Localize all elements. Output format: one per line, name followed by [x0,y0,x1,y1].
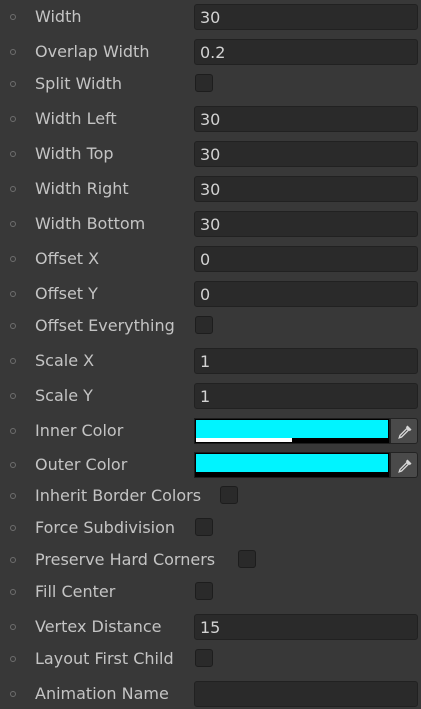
width-left-input[interactable] [194,106,418,132]
row-width: Width [0,4,421,30]
scale-y-label: Scale Y [35,386,93,405]
bullet-icon [10,14,16,20]
inner-color-picker-button[interactable] [390,418,418,444]
inner-color-fill [196,420,388,438]
row-width-left: Width Left [0,106,421,132]
bullet-icon [10,428,16,434]
width-right-input[interactable] [194,176,418,202]
width-left-label: Width Left [35,109,117,128]
bullet-icon [10,656,16,662]
animation-name-label: Animation Name [35,684,169,703]
animation-name-input[interactable] [194,681,418,707]
row-offset-y: Offset Y [0,281,421,307]
eyedropper-icon [398,425,412,439]
offset-everything-label: Offset Everything [35,316,175,335]
bullet-icon [10,358,16,364]
offset-everything-checkbox[interactable] [195,316,213,334]
row-offset-x: Offset X [0,246,421,272]
row-animation-name: Animation Name [0,681,421,707]
bullet-icon [10,186,16,192]
preserve-hard-corners-label: Preserve Hard Corners [35,550,216,569]
bullet-icon [10,393,16,399]
row-layout-first-child: Layout First Child [0,646,421,672]
force-subdivision-checkbox[interactable] [195,518,213,536]
offset-y-label: Offset Y [35,284,98,303]
row-scale-x: Scale X [0,348,421,374]
bullet-icon [10,589,16,595]
inherit-border-colors-checkbox[interactable] [220,486,238,504]
bullet-icon [10,81,16,87]
row-outer-color: Outer Color [0,452,421,478]
bullet-icon [10,691,16,697]
bullet-icon [10,525,16,531]
offset-x-input[interactable] [194,246,418,272]
row-width-bottom: Width Bottom [0,211,421,237]
scale-x-label: Scale X [35,351,95,370]
bullet-icon [10,256,16,262]
preserve-hard-corners-checkbox[interactable] [238,550,256,568]
inner-color-label: Inner Color [35,421,124,440]
inner-color-field [194,418,418,444]
fill-center-label: Fill Center [35,582,116,601]
row-offset-everything: Offset Everything [0,313,421,339]
vertex-distance-label: Vertex Distance [35,617,162,636]
bullet-icon [10,49,16,55]
row-force-subdivision: Force Subdivision [0,515,421,541]
outer-color-fill [196,454,388,472]
row-overlap-width: Overlap Width [0,39,421,65]
offset-x-label: Offset X [35,249,100,268]
layout-first-child-checkbox[interactable] [195,649,213,667]
width-top-input[interactable] [194,141,418,167]
fill-center-checkbox[interactable] [195,582,213,600]
row-vertex-distance: Vertex Distance [0,614,421,640]
width-bottom-input[interactable] [194,211,418,237]
scale-y-input[interactable] [194,383,418,409]
width-bottom-label: Width Bottom [35,214,146,233]
bullet-icon [10,624,16,630]
inner-color-swatch[interactable] [194,418,390,444]
bullet-icon [10,221,16,227]
vertex-distance-input[interactable] [194,614,418,640]
force-subdivision-label: Force Subdivision [35,518,176,537]
outer-color-picker-button[interactable] [390,452,418,478]
layout-first-child-label: Layout First Child [35,649,174,668]
inherit-border-colors-label: Inherit Border Colors [35,486,202,505]
outer-color-field [194,452,418,478]
row-fill-center: Fill Center [0,579,421,605]
row-inner-color: Inner Color [0,418,421,444]
outer-color-swatch[interactable] [194,452,390,478]
row-inherit-border-colors: Inherit Border Colors [0,483,421,509]
width-top-label: Width Top [35,144,114,163]
row-preserve-hard-corners: Preserve Hard Corners [0,547,421,573]
row-width-right: Width Right [0,176,421,202]
width-right-label: Width Right [35,179,129,198]
split-width-checkbox[interactable] [195,74,213,92]
width-label: Width [35,7,82,26]
row-scale-y: Scale Y [0,383,421,409]
row-width-top: Width Top [0,141,421,167]
offset-y-input[interactable] [194,281,418,307]
bullet-icon [10,116,16,122]
bullet-icon [10,323,16,329]
overlap-width-input[interactable] [194,39,418,65]
row-split-width: Split Width [0,71,421,97]
outer-color-label: Outer Color [35,455,128,474]
bullet-icon [10,493,16,499]
overlap-width-label: Overlap Width [35,42,150,61]
inner-color-alpha-bar [196,438,292,442]
bullet-icon [10,557,16,563]
eyedropper-icon [398,459,412,473]
scale-x-input[interactable] [194,348,418,374]
bullet-icon [10,151,16,157]
bullet-icon [10,291,16,297]
split-width-label: Split Width [35,74,123,93]
width-input[interactable] [194,4,418,30]
bullet-icon [10,462,16,468]
